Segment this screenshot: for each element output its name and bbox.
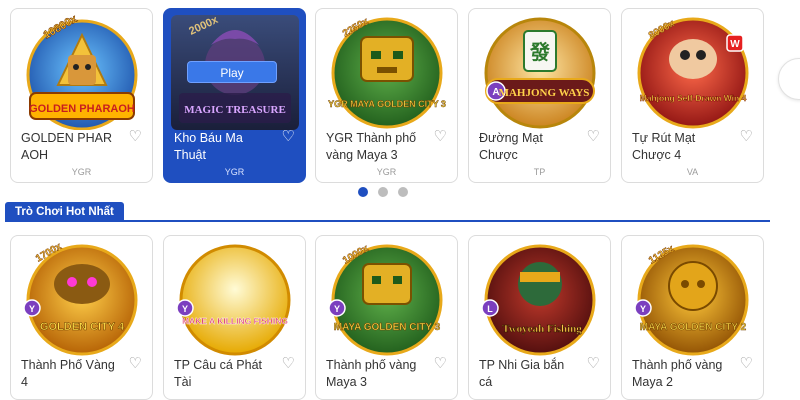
game-card[interactable]: W 8000x Mahjong Self-Drawn Win 4 Tự Rút … xyxy=(621,8,764,183)
game-art-title: MAYA GOLDEN CITY 2 xyxy=(640,322,747,333)
game-name[interactable]: Thành phố vàng Maya 2 xyxy=(632,357,732,391)
favorite-heart-icon[interactable]: ♡ xyxy=(282,127,295,147)
game-provider: TP xyxy=(533,167,546,177)
game-name[interactable]: Tự Rút Mạt Chược 4 xyxy=(632,130,732,164)
game-name[interactable]: Thành phố vàng Maya 3 xyxy=(326,357,426,391)
game-thumbnail[interactable]: Y MAKE A KILLING FISHING xyxy=(171,242,299,357)
favorite-heart-icon[interactable]: ♡ xyxy=(129,354,142,374)
svg-text:Y: Y xyxy=(640,304,646,314)
game-card[interactable]: 2250x YGR MAYA GOLDEN CITY 3 YGR Thành p… xyxy=(315,8,458,183)
pagination-dot-active[interactable] xyxy=(358,187,368,197)
game-art-title: Twoyeah Fishing xyxy=(502,323,582,335)
game-thumbnail[interactable]: Y 1125x MAYA GOLDEN CITY 2 xyxy=(629,242,757,357)
svg-text:Y: Y xyxy=(29,304,35,314)
game-name[interactable]: Thành Phố Vàng 4 xyxy=(21,357,121,391)
game-name[interactable]: Đường Mạt Chược xyxy=(479,130,579,164)
game-card[interactable]: Y MAKE A KILLING FISHING TP Câu cá Phát … xyxy=(163,235,306,400)
favorite-heart-icon[interactable]: ♡ xyxy=(129,127,142,147)
game-name[interactable]: Kho Báu Ma Thuật xyxy=(174,130,274,164)
game-card[interactable]: Y 1125x MAYA GOLDEN CITY 2 Thành phố vàn… xyxy=(621,235,764,400)
carousel-next-button[interactable] xyxy=(778,58,800,100)
game-art-title: MAHJONG WAYS xyxy=(499,87,590,99)
game-provider: YGR xyxy=(224,167,245,177)
game-card[interactable]: L Twoyeah Fishing TP Nhi Gia bắn cá ♡ xyxy=(468,235,611,400)
svg-text:Y: Y xyxy=(334,304,340,314)
section-header: Trò Chơi Hot Nhất xyxy=(5,202,770,222)
svg-text:L: L xyxy=(487,304,493,314)
game-thumbnail[interactable]: W 8000x Mahjong Self-Drawn Win 4 xyxy=(629,15,757,130)
game-art-title: GOLDEN PHARAOH xyxy=(29,103,135,115)
game-provider: YGR xyxy=(71,167,92,177)
svg-text:W: W xyxy=(730,39,740,50)
game-thumbnail[interactable]: Y 1000x MAYA GOLDEN CITY 3 xyxy=(323,242,451,357)
game-card[interactable]: Y 1000x MAYA GOLDEN CITY 3 Thành phố vàn… xyxy=(315,235,458,400)
game-art-title: MAGIC TREASURE xyxy=(184,104,286,116)
game-art-title: MAKE A KILLING FISHING xyxy=(182,316,288,326)
game-name[interactable]: GOLDEN PHAR AOH xyxy=(21,130,121,164)
game-provider: VA xyxy=(686,167,699,177)
game-art-title: Mahjong Self-Drawn Win 4 xyxy=(640,93,747,103)
carousel-pagination xyxy=(358,187,408,197)
game-art-title: GOLDEN CITY 4 xyxy=(40,321,125,333)
game-name[interactable]: TP Câu cá Phát Tài xyxy=(174,357,274,391)
game-art-title: MAYA GOLDEN CITY 3 xyxy=(334,322,441,333)
svg-text:發: 發 xyxy=(529,40,550,64)
play-button[interactable]: Play xyxy=(187,61,277,83)
svg-text:Y: Y xyxy=(182,304,188,314)
game-card[interactable]: 發 A MAHJONG WAYS Đường Mạt Chược ♡ TP xyxy=(468,8,611,183)
game-card-active[interactable]: 2000x MAGIC TREASURE Play Kho Báu Ma Thu… xyxy=(163,8,306,183)
game-card[interactable]: Y 1700x GOLDEN CITY 4 Thành Phố Vàng 4 ♡ xyxy=(10,235,153,400)
game-thumbnail[interactable]: Y 1700x GOLDEN CITY 4 xyxy=(18,242,146,357)
game-thumbnail[interactable]: 10800x GOLDEN PHARAOH xyxy=(18,15,146,130)
game-art-title: YGR MAYA GOLDEN CITY 3 xyxy=(328,99,446,109)
hot-games-tab[interactable]: Trò Chơi Hot Nhất xyxy=(5,202,124,222)
pagination-dot[interactable] xyxy=(378,187,388,197)
game-name[interactable]: TP Nhi Gia bắn cá xyxy=(479,357,579,391)
favorite-heart-icon[interactable]: ♡ xyxy=(434,354,447,374)
favorite-heart-icon[interactable]: ♡ xyxy=(587,127,600,147)
game-thumbnail[interactable]: 2250x YGR MAYA GOLDEN CITY 3 xyxy=(323,15,451,130)
game-provider: YGR xyxy=(376,167,397,177)
favorite-heart-icon[interactable]: ♡ xyxy=(282,354,295,374)
pagination-dot[interactable] xyxy=(398,187,408,197)
favorite-heart-icon[interactable]: ♡ xyxy=(740,127,753,147)
game-name[interactable]: YGR Thành phố vàng Maya 3 xyxy=(326,130,426,164)
favorite-heart-icon[interactable]: ♡ xyxy=(587,354,600,374)
game-thumbnail[interactable]: L Twoyeah Fishing xyxy=(476,242,604,357)
favorite-heart-icon[interactable]: ♡ xyxy=(434,127,447,147)
game-card[interactable]: 10800x GOLDEN PHARAOH GOLDEN PHAR AOH ♡ … xyxy=(10,8,153,183)
game-thumbnail[interactable]: 發 A MAHJONG WAYS xyxy=(476,15,604,130)
favorite-heart-icon[interactable]: ♡ xyxy=(740,354,753,374)
